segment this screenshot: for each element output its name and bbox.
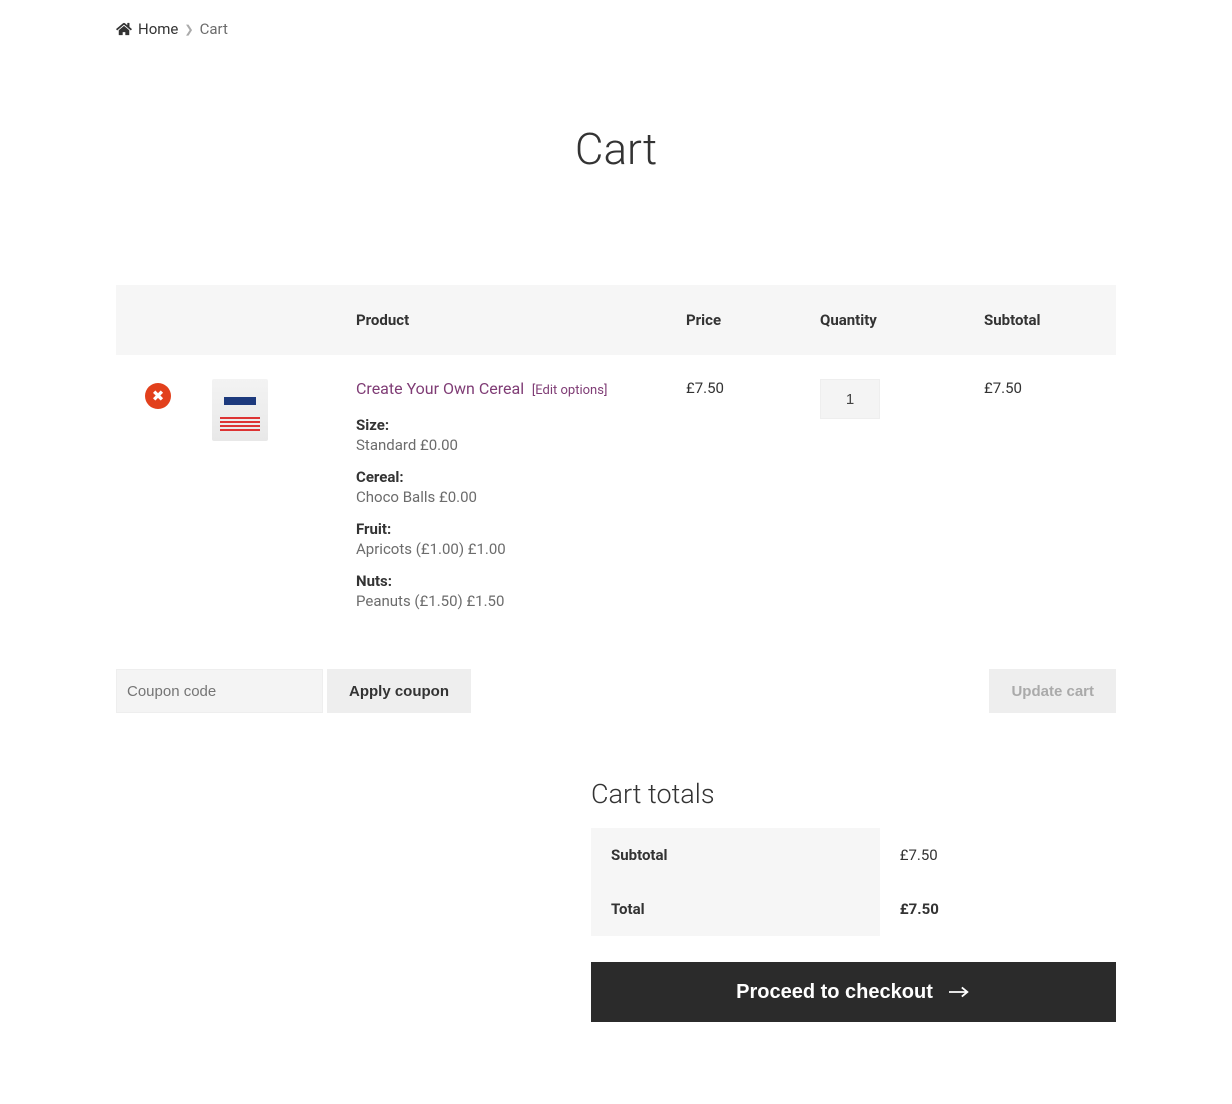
variation-size-value: Standard £0.00 xyxy=(356,436,662,454)
update-cart-button[interactable]: Update cart xyxy=(989,669,1116,713)
close-icon: ✖ xyxy=(152,387,165,405)
item-price: £7.50 xyxy=(674,355,808,649)
totals-total-label: Total xyxy=(591,882,880,936)
variation-fruit-value: Apricots (£1.00) £1.00 xyxy=(356,540,662,558)
variation-nuts-label: Nuts: xyxy=(356,572,662,590)
totals-subtotal-label: Subtotal xyxy=(591,828,880,882)
quantity-input[interactable] xyxy=(820,379,880,419)
product-thumbnail-link[interactable] xyxy=(212,379,332,441)
product-thumbnail xyxy=(212,379,268,441)
remove-item-button[interactable]: ✖ xyxy=(145,383,171,409)
breadcrumb: Home ❯ Cart xyxy=(116,20,1116,38)
cart-row: ✖ Create Your Own Cereal [Edit options] … xyxy=(116,355,1116,649)
product-variations: Size: Standard £0.00 Cereal: Choco Balls… xyxy=(356,416,662,610)
header-quantity: Quantity xyxy=(808,285,972,355)
header-product: Product xyxy=(344,285,674,355)
totals-subtotal-value: £7.50 xyxy=(880,828,1116,882)
breadcrumb-home-link[interactable]: Home xyxy=(138,20,178,38)
home-icon xyxy=(116,22,132,36)
variation-size-label: Size: xyxy=(356,416,662,434)
edit-options-link[interactable]: [Edit options] xyxy=(532,383,608,398)
item-subtotal: £7.50 xyxy=(972,355,1116,649)
coupon-section: Apply coupon xyxy=(116,669,471,713)
arrow-right-icon xyxy=(949,985,971,999)
header-subtotal: Subtotal xyxy=(972,285,1116,355)
variation-cereal-value: Choco Balls £0.00 xyxy=(356,488,662,506)
product-name-link[interactable]: Create Your Own Cereal xyxy=(356,379,524,398)
header-price: Price xyxy=(674,285,808,355)
breadcrumb-separator-icon: ❯ xyxy=(184,23,193,36)
proceed-to-checkout-button[interactable]: Proceed to checkout xyxy=(591,962,1116,1022)
variation-nuts-value: Peanuts (£1.50) £1.50 xyxy=(356,592,662,610)
variation-cereal-label: Cereal: xyxy=(356,468,662,486)
totals-total-value: £7.50 xyxy=(880,882,1116,936)
cart-table: Product Price Quantity Subtotal ✖ xyxy=(116,285,1116,649)
breadcrumb-current: Cart xyxy=(200,20,228,38)
apply-coupon-button[interactable]: Apply coupon xyxy=(327,669,471,713)
page-title: Cart xyxy=(116,123,1116,175)
coupon-input[interactable] xyxy=(116,669,323,713)
variation-fruit-label: Fruit: xyxy=(356,520,662,538)
checkout-label: Proceed to checkout xyxy=(736,981,933,1004)
cart-totals-section: Cart totals Subtotal £7.50 Total £7.50 P… xyxy=(591,778,1116,1022)
cart-totals-heading: Cart totals xyxy=(591,778,1116,810)
